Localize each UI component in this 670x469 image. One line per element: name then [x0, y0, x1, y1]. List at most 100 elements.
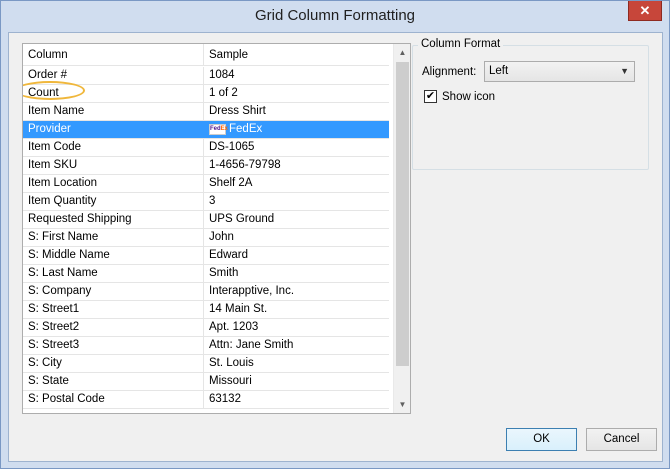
column-name-cell: S: Postal Code [23, 391, 204, 408]
fedex-logo-icon: FedEx [209, 124, 228, 135]
close-icon: ✕ [639, 2, 651, 18]
scroll-up-icon[interactable]: ▲ [394, 44, 410, 61]
sample-cell: Dress Shirt [204, 103, 389, 120]
table-row[interactable]: Item SKU 1-4656-79798 [23, 157, 389, 175]
sample-cell: Smith [204, 265, 389, 282]
column-name-cell: S: State [23, 373, 204, 390]
table-row[interactable]: S: City St. Louis [23, 355, 389, 373]
column-name-cell: S: Last Name [23, 265, 204, 282]
sample-cell: 3 [204, 193, 389, 210]
column-name-cell: S: Street3 [23, 337, 204, 354]
alignment-label: Alignment: [422, 66, 477, 78]
sample-cell: 63132 [204, 391, 389, 408]
column-name-cell: S: Street2 [23, 319, 204, 336]
sample-value: 3 [209, 195, 216, 207]
sample-value: Smith [209, 267, 239, 279]
sample-value: Missouri [209, 375, 252, 387]
column-name-cell: Item SKU [23, 157, 204, 174]
sample-cell: Missouri [204, 373, 389, 390]
column-name-cell: Item Location [23, 175, 204, 192]
dialog-body: Column Sample Order # 1084 Count 1 of 2 Item… [8, 32, 663, 462]
table-row[interactable]: Count 1 of 2 [23, 85, 389, 103]
sample-value: 14 Main St. [209, 303, 268, 315]
sample-value: Shelf 2A [209, 177, 253, 189]
chevron-down-icon: ▼ [620, 66, 629, 76]
column-grid[interactable]: Column Sample Order # 1084 Count 1 of 2 Item… [22, 43, 411, 414]
table-row[interactable]: Item Quantity 3 [23, 193, 389, 211]
sample-value: Edward [209, 249, 248, 261]
column-name-cell: Item Code [23, 139, 204, 156]
sample-value: 63132 [209, 393, 241, 405]
sample-cell: John [204, 229, 389, 246]
column-name-cell: Order # [23, 67, 204, 84]
sample-cell: 1-4656-79798 [204, 157, 389, 174]
sample-value: Apt. 1203 [209, 321, 259, 333]
table-row[interactable]: S: Last Name Smith [23, 265, 389, 283]
sample-cell: 1084 [204, 67, 389, 84]
table-row[interactable]: S: State Missouri [23, 373, 389, 391]
column-format-title: Column Format [418, 38, 504, 50]
show-icon-checkbox[interactable]: ✔ [424, 90, 437, 103]
vertical-scrollbar[interactable]: ▲ ▼ [393, 44, 410, 413]
column-name-cell: S: Middle Name [23, 247, 204, 264]
column-name-cell: S: First Name [23, 229, 204, 246]
column-header[interactable]: Column [23, 44, 204, 66]
sample-value: Attn: Jane Smith [209, 339, 294, 351]
column-name-cell: Item Quantity [23, 193, 204, 210]
scroll-down-icon[interactable]: ▼ [394, 396, 410, 413]
sample-value: FedEx [229, 123, 263, 135]
sample-value: DS-1065 [209, 141, 255, 153]
column-name-cell: Item Name [23, 103, 204, 120]
sample-cell: Edward [204, 247, 389, 264]
sample-cell: 14 Main St. [204, 301, 389, 318]
sample-cell: Apt. 1203 [204, 319, 389, 336]
sample-cell: UPS Ground [204, 211, 389, 228]
column-name-cell: S: Street1 [23, 301, 204, 318]
show-icon-label[interactable]: Show icon [442, 91, 495, 103]
close-button[interactable]: ✕ [628, 1, 662, 21]
sample-value: Dress Shirt [209, 105, 266, 117]
sample-value: 1-4656-79798 [209, 159, 281, 171]
sample-value: UPS Ground [209, 213, 275, 225]
table-row[interactable]: Item Location Shelf 2A [23, 175, 389, 193]
sample-cell: DS-1065 [204, 139, 389, 156]
sample-value: St. Louis [209, 357, 254, 369]
sample-cell: St. Louis [204, 355, 389, 372]
sample-value: Interapptive, Inc. [209, 285, 295, 297]
table-row[interactable]: S: Company Interapptive, Inc. [23, 283, 389, 301]
column-name-cell: Count [23, 85, 204, 102]
alignment-select[interactable]: Left ▼ [484, 61, 635, 82]
alignment-value: Left [489, 65, 509, 77]
column-name-cell: Provider [23, 121, 204, 138]
table-row[interactable]: Order # 1084 [23, 67, 389, 85]
table-row[interactable]: Item Code DS-1065 [23, 139, 389, 157]
table-row[interactable]: Provider FedEx FedEx [23, 121, 389, 139]
checkmark-icon: ✔ [425, 90, 436, 102]
table-row[interactable]: S: Postal Code 63132 [23, 391, 389, 409]
table-row[interactable]: S: Street1 14 Main St. [23, 301, 389, 319]
table-row[interactable]: S: Street2 Apt. 1203 [23, 319, 389, 337]
title-bar[interactable]: Grid Column Formatting ✕ [1, 1, 669, 32]
scroll-thumb[interactable] [396, 62, 409, 366]
table-row[interactable]: S: Street3 Attn: Jane Smith [23, 337, 389, 355]
sample-cell: FedEx FedEx [204, 121, 389, 138]
sample-header[interactable]: Sample [204, 44, 389, 66]
table-row[interactable]: S: First Name John [23, 229, 389, 247]
column-name-cell: S: Company [23, 283, 204, 300]
show-icon-option[interactable]: ✔ Show icon [424, 90, 495, 103]
sample-cell: Interapptive, Inc. [204, 283, 389, 300]
column-format-group: Column Format Alignment: Left ▼ ✔ Show i… [412, 38, 649, 170]
ok-button[interactable]: OK [506, 428, 577, 451]
grid-column-formatting-dialog: Grid Column Formatting ✕ Column Sample O… [0, 0, 670, 469]
window-title: Grid Column Formatting [254, 7, 416, 24]
cancel-button[interactable]: Cancel [586, 428, 657, 451]
table-row[interactable]: Requested Shipping UPS Ground [23, 211, 389, 229]
sample-cell: Shelf 2A [204, 175, 389, 192]
grid-header: Column Sample [23, 44, 389, 66]
table-row[interactable]: S: Middle Name Edward [23, 247, 389, 265]
sample-value: 1084 [209, 69, 235, 81]
sample-cell: 1 of 2 [204, 85, 389, 102]
sample-cell: Attn: Jane Smith [204, 337, 389, 354]
table-row[interactable]: Item Name Dress Shirt [23, 103, 389, 121]
sample-value: John [209, 231, 234, 243]
